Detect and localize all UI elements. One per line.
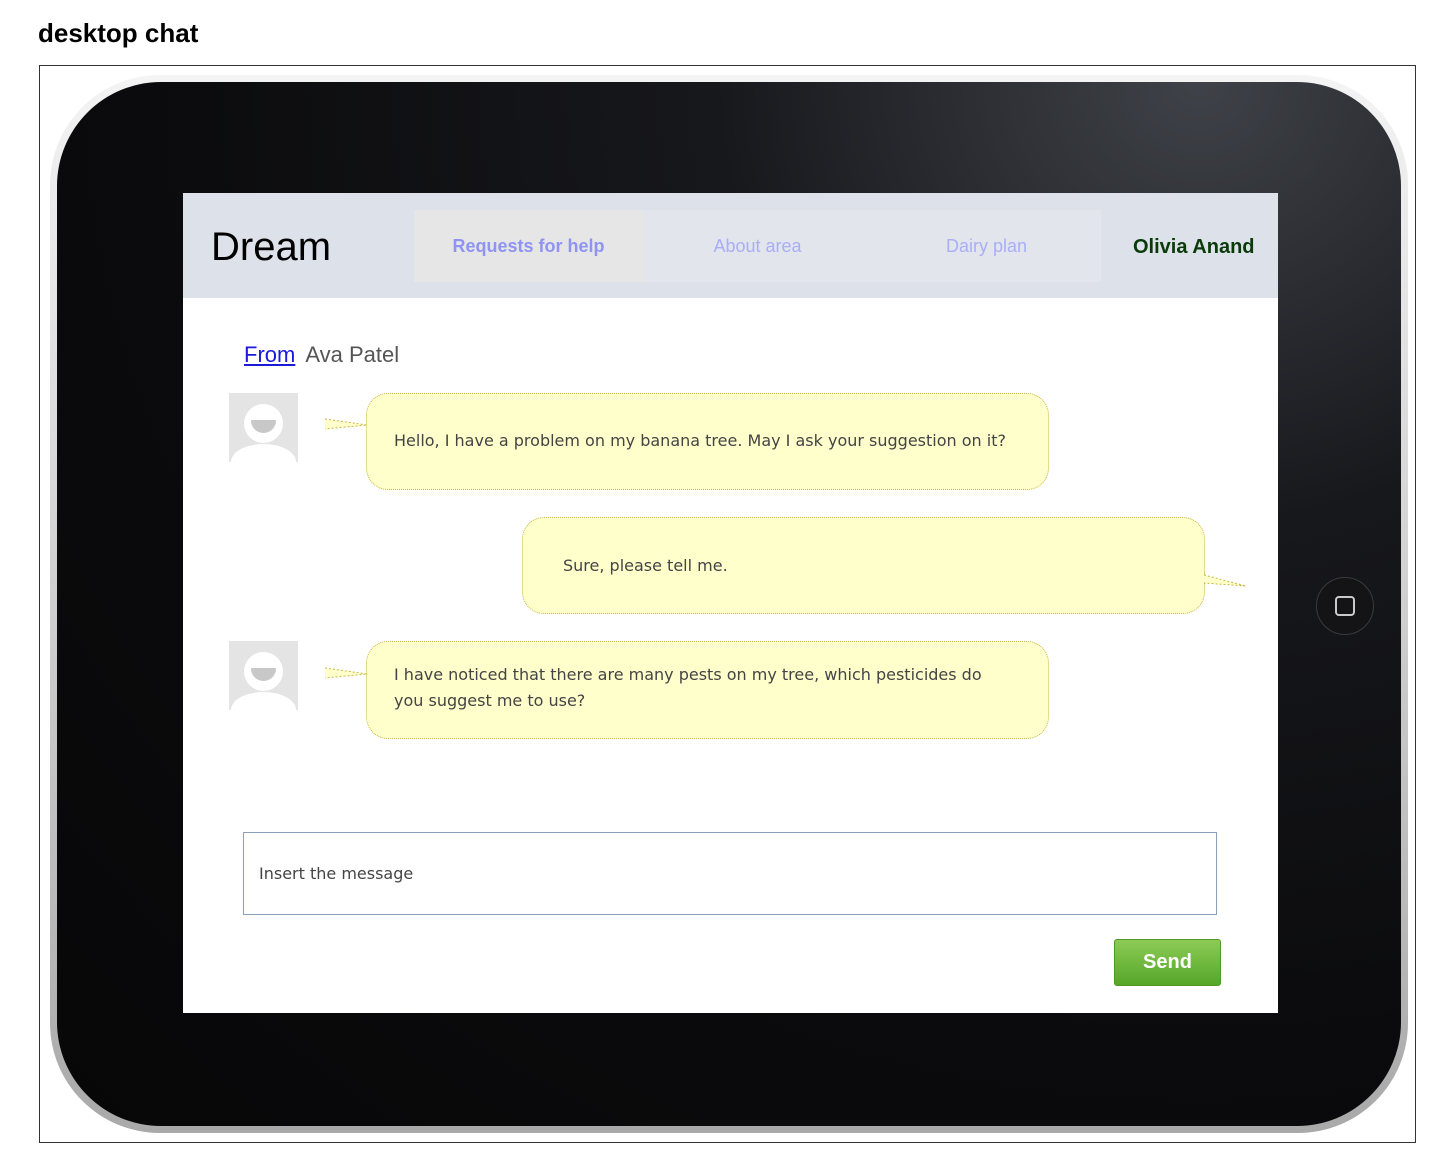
user-avatar-icon: [229, 641, 298, 710]
message-bubble-incoming: Hello, I have a problem on my banana tre…: [366, 393, 1049, 490]
message-text: I have noticed that there are many pests…: [394, 665, 982, 710]
message-text: Hello, I have a problem on my banana tre…: [394, 431, 1006, 450]
home-square-icon: [1335, 596, 1355, 616]
user-name[interactable]: Olivia Anand: [1133, 236, 1255, 259]
message-input[interactable]: [243, 832, 1217, 915]
send-button[interactable]: Send: [1114, 939, 1221, 986]
tab-about-area[interactable]: About area: [643, 210, 872, 282]
user-avatar-icon: [229, 393, 298, 462]
tab-requests-for-help[interactable]: Requests for help: [414, 210, 643, 282]
bubble-tail: [324, 667, 368, 679]
home-button-icon[interactable]: [1316, 577, 1374, 635]
message-bubble-incoming: I have noticed that there are many pests…: [366, 641, 1049, 739]
top-navbar: Dream Requests for help About area Dairy…: [183, 193, 1278, 298]
tab-dairy-plan[interactable]: Dairy plan: [872, 210, 1101, 282]
from-link[interactable]: From: [244, 342, 295, 367]
bubble-tail: [324, 418, 368, 430]
brand-logo[interactable]: Dream: [211, 225, 331, 270]
message-bubble-outgoing: Sure, please tell me.: [522, 517, 1205, 614]
from-name: Ava Patel: [305, 342, 400, 367]
app-screen: Dream Requests for help About area Dairy…: [183, 193, 1278, 1013]
bubble-tail: [1203, 574, 1247, 587]
conversation-header: From Ava Patel: [244, 342, 399, 368]
message-text: Sure, please tell me.: [563, 556, 728, 575]
page-title: desktop chat: [38, 18, 199, 48]
